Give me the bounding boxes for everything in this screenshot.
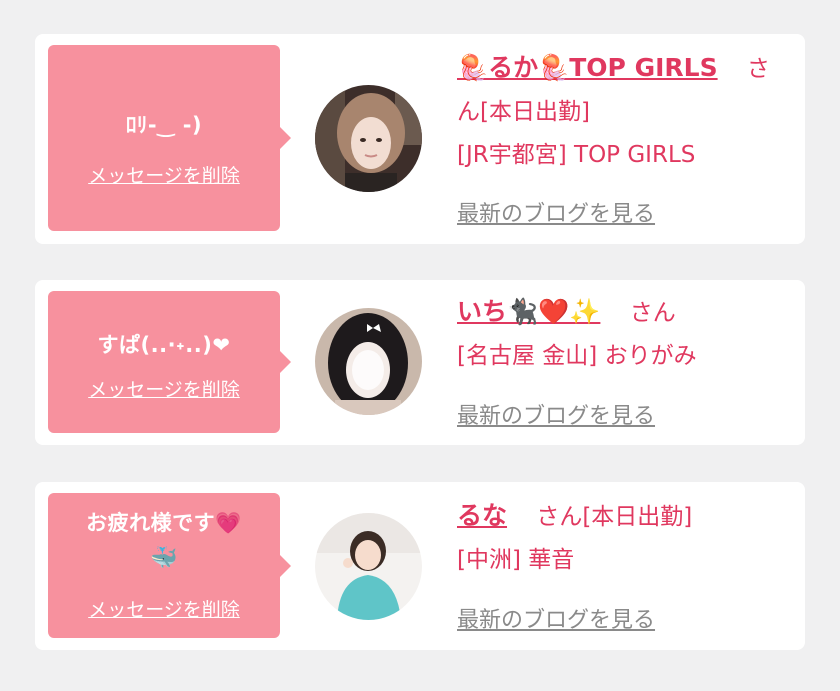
message-bubble: ﾛﾘ-‿ -) メッセージを削除 xyxy=(48,45,291,231)
message-text-line2: 🐳 xyxy=(150,546,178,571)
honorific: さん xyxy=(536,504,583,530)
message-card: お疲れ様です💗 🐳 メッセージを削除 るな さん[本日出勤] [中洲] 華音 最… xyxy=(35,482,805,650)
view-blog-link[interactable]: 最新のブログを見る xyxy=(457,398,655,430)
shop-text: [中洲] 華音 xyxy=(457,547,575,573)
message-text: お疲れ様です💗 xyxy=(86,511,242,535)
girl-info: いち🐈‍⬛❤️✨ さん [名古屋 金山] おりがみ xyxy=(457,290,792,378)
delete-message-link[interactable]: メッセージを削除 xyxy=(48,161,280,188)
message-text: すぱ(..·˖..)❤ xyxy=(97,333,231,357)
girl-name-link[interactable]: いち🐈‍⬛❤️✨ xyxy=(457,297,600,326)
girl-info: 🪼るか🪼TOP GIRLS さん[本日出勤] [JR宇都宮] TOP GIRLS xyxy=(457,46,792,177)
delete-message-link[interactable]: メッセージを削除 xyxy=(48,595,280,622)
girl-info: るな さん[本日出勤] [中洲] 華音 xyxy=(457,494,792,582)
profile-photo-icon xyxy=(315,513,422,620)
message-card: すぱ(..·˖..)❤ メッセージを削除 いち🐈‍⬛❤️✨ さん [名古屋 金山… xyxy=(35,280,805,445)
profile-photo-icon xyxy=(315,85,422,192)
avatar[interactable] xyxy=(315,308,422,415)
shop-text: [名古屋 金山] おりがみ xyxy=(457,343,697,369)
girl-name-link[interactable]: 🪼るか🪼TOP GIRLS xyxy=(457,53,718,82)
view-blog-link[interactable]: 最新のブログを見る xyxy=(457,602,655,634)
avatar[interactable] xyxy=(315,513,422,620)
message-text: ﾛﾘ-‿ -) xyxy=(125,113,203,137)
status-text: [本日出勤] xyxy=(480,99,590,125)
message-bubble: お疲れ様です💗 🐳 メッセージを削除 xyxy=(48,493,291,638)
status-text: [本日出勤] xyxy=(582,504,693,530)
message-bubble: すぱ(..·˖..)❤ メッセージを削除 xyxy=(48,291,291,433)
delete-message-link[interactable]: メッセージを削除 xyxy=(48,375,280,402)
message-card: ﾛﾘ-‿ -) メッセージを削除 🪼るか🪼TOP GIRLS さん[本日出勤] … xyxy=(35,34,805,244)
honorific: さん xyxy=(629,300,676,326)
view-blog-link[interactable]: 最新のブログを見る xyxy=(457,196,655,228)
avatar[interactable] xyxy=(315,85,422,192)
shop-text: [JR宇都宮] TOP GIRLS xyxy=(457,142,696,168)
profile-photo-icon xyxy=(315,308,422,415)
girl-name-link[interactable]: るな xyxy=(457,501,507,530)
